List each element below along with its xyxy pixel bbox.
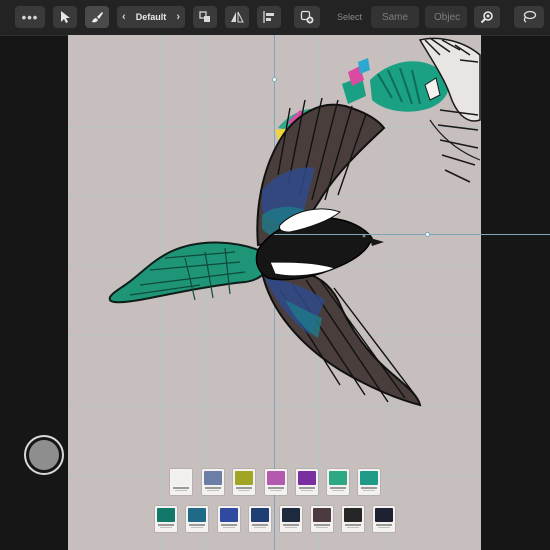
swatch-chip <box>329 471 347 485</box>
swatch-chip <box>188 508 206 522</box>
swatch-chip <box>313 508 331 522</box>
swatch[interactable] <box>249 506 271 532</box>
canvas-artboard[interactable] <box>68 35 481 550</box>
swatch[interactable] <box>327 469 349 495</box>
more-dots-icon: ••• <box>21 9 39 25</box>
zoom-icon <box>480 11 493 24</box>
more-menu-button[interactable]: ••• <box>15 6 45 28</box>
arrange-button[interactable] <box>193 6 217 28</box>
swatch-chip <box>172 471 190 485</box>
swatch-chip <box>375 508 393 522</box>
style-prev-chevron[interactable]: ‹ <box>117 11 131 23</box>
flip-button[interactable] <box>225 6 249 28</box>
swatch-chip <box>282 508 300 522</box>
swatch[interactable] <box>280 506 302 532</box>
swatch-chip <box>204 471 222 485</box>
guide-handle-right[interactable] <box>425 232 430 237</box>
swatch[interactable] <box>218 506 240 532</box>
swatch-chip <box>360 471 378 485</box>
select-object-button[interactable]: Objec <box>425 6 467 28</box>
guide-handle-top[interactable] <box>272 77 277 82</box>
brush-icon <box>92 12 103 23</box>
horizontal-guide <box>274 234 481 235</box>
swatch[interactable] <box>373 506 395 532</box>
pointer-icon <box>61 11 70 23</box>
swatch-chip <box>298 471 316 485</box>
second-bird-partial <box>342 37 481 183</box>
swatch[interactable] <box>265 469 287 495</box>
top-toolbar: ••• ‹ Default › Select Same Objec <box>0 0 550 36</box>
magpie-tail <box>108 241 272 304</box>
brush-tool-button[interactable] <box>85 6 109 28</box>
style-label: Default <box>135 12 167 22</box>
record-button[interactable] <box>24 435 64 475</box>
arrange-icon <box>199 11 210 22</box>
style-selector[interactable]: ‹ Default › <box>117 6 185 28</box>
swatch[interactable] <box>342 506 364 532</box>
add-layer-button[interactable] <box>294 6 320 28</box>
zoom-button[interactable] <box>474 6 500 28</box>
swatch[interactable] <box>155 506 177 532</box>
swatch[interactable] <box>296 469 318 495</box>
swatch[interactable] <box>311 506 333 532</box>
lasso-icon <box>523 10 537 23</box>
swatch[interactable] <box>202 469 224 495</box>
swatch-chip <box>267 471 285 485</box>
lasso-button[interactable] <box>514 6 544 28</box>
swatch-chip <box>157 508 175 522</box>
select-label: Select <box>337 12 363 22</box>
align-icon <box>263 11 274 23</box>
select-same-label: Same <box>381 11 409 23</box>
swatch[interactable] <box>170 469 192 495</box>
record-button-inner <box>29 440 59 470</box>
select-object-label: Objec <box>434 11 461 23</box>
add-layer-icon <box>300 10 314 24</box>
flip-icon <box>231 11 244 23</box>
align-button[interactable] <box>257 6 281 28</box>
move-tool-button[interactable] <box>53 6 77 28</box>
swatch-chip <box>251 508 269 522</box>
swatch[interactable] <box>233 469 255 495</box>
style-next-chevron[interactable]: › <box>171 11 185 23</box>
swatch[interactable] <box>186 506 208 532</box>
swatch-chip <box>344 508 362 522</box>
swatch-chip <box>220 508 238 522</box>
swatch-chip <box>235 471 253 485</box>
select-same-button[interactable]: Same <box>371 6 419 28</box>
swatch[interactable] <box>358 469 380 495</box>
magpie-lower-wing <box>260 271 422 407</box>
guide-extension <box>481 234 550 235</box>
